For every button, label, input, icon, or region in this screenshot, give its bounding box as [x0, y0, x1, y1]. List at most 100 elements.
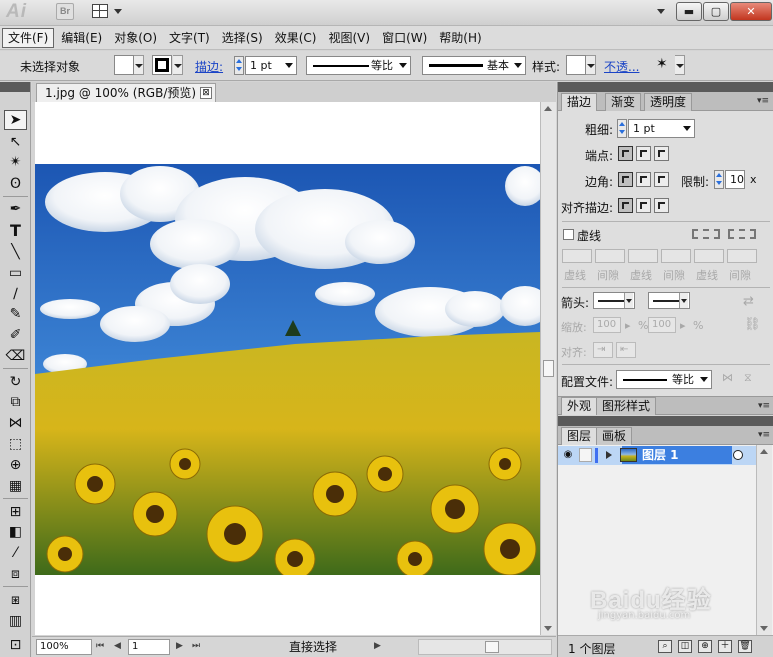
- placed-image-sunflower-field[interactable]: [35, 164, 540, 575]
- symbol-sprayer-tool-icon[interactable]: ⧆: [4, 590, 27, 610]
- new-sublayer-icon[interactable]: ⊕: [698, 640, 712, 653]
- target-circle-icon[interactable]: [733, 450, 743, 460]
- graphic-style-dropdown[interactable]: [586, 55, 596, 75]
- panel-menu-icon[interactable]: ▾≡: [758, 401, 770, 411]
- first-artboard-icon[interactable]: ⏮: [96, 641, 104, 651]
- round-cap-button[interactable]: [636, 146, 651, 161]
- free-transform-tool-icon[interactable]: ⬚: [4, 434, 27, 454]
- menu-object[interactable]: 对象(O): [109, 28, 162, 48]
- type-tool-icon[interactable]: T: [4, 220, 27, 240]
- opacity-link[interactable]: 不透...: [604, 58, 639, 75]
- artboard-canvas[interactable]: [35, 102, 540, 635]
- butt-cap-button[interactable]: [618, 146, 633, 161]
- menu-type[interactable]: 文字(T): [164, 28, 215, 48]
- tab-appearance[interactable]: 外观: [561, 397, 598, 415]
- artboard-tool-icon[interactable]: ⊡: [4, 635, 27, 655]
- align-dash-corners-icon[interactable]: [728, 229, 756, 239]
- panel-menu-icon[interactable]: ▾≡: [758, 430, 770, 440]
- stroke-link[interactable]: 描边:: [195, 58, 223, 75]
- rotate-tool-icon[interactable]: ↻: [4, 372, 27, 392]
- weight-stepper[interactable]: [617, 119, 627, 138]
- profile-select[interactable]: 等比: [616, 370, 712, 389]
- end-arrowhead-select[interactable]: [648, 292, 690, 309]
- scroll-up-icon[interactable]: [544, 106, 552, 111]
- flip-along-icon[interactable]: ⋈: [722, 371, 733, 384]
- arrow-place-button[interactable]: ⇤: [616, 342, 636, 358]
- selection-tool-icon[interactable]: ➤: [4, 110, 27, 130]
- graphic-style-swatch[interactable]: [566, 55, 586, 75]
- round-join-button[interactable]: [636, 172, 651, 187]
- blob-brush-tool-icon[interactable]: ✐: [4, 325, 27, 345]
- limit-field[interactable]: 10: [725, 170, 745, 189]
- menu-view[interactable]: 视图(V): [323, 28, 375, 48]
- control-menu-dropdown[interactable]: [675, 55, 685, 75]
- eyedropper-tool-icon[interactable]: ⁄: [4, 543, 27, 563]
- preserve-dash-icon[interactable]: [692, 229, 720, 239]
- direct-selection-tool-icon[interactable]: ↖: [4, 132, 27, 152]
- scale-tool-icon[interactable]: ⧉: [4, 392, 27, 412]
- perspective-grid-tool-icon[interactable]: ▦: [4, 476, 27, 496]
- menu-edit[interactable]: 编辑(E): [56, 28, 107, 48]
- start-arrowhead-select[interactable]: [593, 292, 635, 309]
- tab-graphic-styles[interactable]: 图形样式: [596, 397, 657, 415]
- scroll-thumb[interactable]: [543, 360, 554, 377]
- workspace-dropdown[interactable]: [657, 9, 665, 14]
- panel-grip[interactable]: [558, 416, 773, 426]
- rectangle-tool-icon[interactable]: ▭: [4, 263, 27, 283]
- scroll-up-icon[interactable]: [760, 449, 768, 454]
- stroke-swatch[interactable]: [152, 55, 172, 75]
- scroll-down-icon[interactable]: [760, 626, 768, 631]
- align-inside-button[interactable]: [636, 198, 651, 213]
- fill-swatch[interactable]: [114, 55, 134, 75]
- align-outside-button[interactable]: [654, 198, 669, 213]
- expand-triangle-icon[interactable]: [606, 451, 612, 459]
- visibility-eye-icon[interactable]: ◉: [561, 449, 575, 461]
- eraser-tool-icon[interactable]: ⌫: [4, 346, 27, 366]
- tab-artboards[interactable]: 画板: [596, 427, 633, 445]
- variable-width-profile[interactable]: 等比: [306, 56, 411, 75]
- mesh-tool-icon[interactable]: ⊞: [4, 502, 27, 522]
- make-clipping-mask-icon[interactable]: ◫: [678, 640, 692, 653]
- weight-field[interactable]: 1 pt: [628, 119, 695, 138]
- stroke-weight-stepper[interactable]: [234, 56, 244, 75]
- new-layer-icon[interactable]: ＋: [718, 640, 732, 653]
- pencil-tool-icon[interactable]: ✎: [4, 304, 27, 324]
- status-tool-name[interactable]: 直接选择: [238, 639, 388, 656]
- start-scale-field[interactable]: 100: [593, 317, 621, 333]
- blend-tool-icon[interactable]: ⧈: [4, 564, 27, 584]
- status-menu-icon[interactable]: ▶: [374, 641, 381, 651]
- recolor-wand-icon[interactable]: ✶: [656, 56, 668, 72]
- scroll-thumb[interactable]: [485, 641, 499, 653]
- lasso-tool-icon[interactable]: ʘ: [4, 174, 27, 194]
- shape-builder-tool-icon[interactable]: ⊕: [4, 455, 27, 475]
- brush-definition[interactable]: 基本: [422, 56, 526, 75]
- panel-grip[interactable]: [558, 82, 773, 92]
- align-center-button[interactable]: [618, 198, 633, 213]
- fill-dropdown[interactable]: [134, 55, 144, 75]
- locate-object-icon[interactable]: ⌕: [658, 640, 672, 653]
- menu-help[interactable]: 帮助(H): [434, 28, 486, 48]
- limit-stepper[interactable]: [714, 170, 724, 189]
- layer-name[interactable]: 图层 1: [622, 446, 732, 464]
- tab-layers[interactable]: 图层: [561, 427, 598, 445]
- layers-scrollbar[interactable]: [756, 445, 772, 635]
- previous-artboard-icon[interactable]: ◀: [114, 641, 121, 651]
- close-tab-icon[interactable]: ⊠: [200, 87, 212, 99]
- next-artboard-icon[interactable]: ▶: [176, 641, 183, 651]
- restore-button[interactable]: ▢: [703, 2, 729, 21]
- menu-file[interactable]: 文件(F): [2, 27, 55, 48]
- projecting-cap-button[interactable]: [654, 146, 669, 161]
- arrange-documents-button[interactable]: [92, 3, 126, 21]
- document-tab[interactable]: 1.jpg @ 100% (RGB/预览) ⊠: [36, 83, 216, 102]
- layer-row[interactable]: ◉ 图层 1: [558, 446, 771, 465]
- stroke-weight-field[interactable]: 1 pt: [245, 56, 297, 75]
- menu-effect[interactable]: 效果(C): [270, 28, 322, 48]
- menu-window[interactable]: 窗口(W): [377, 28, 432, 48]
- scroll-down-icon[interactable]: [544, 626, 552, 631]
- magic-wand-tool-icon[interactable]: ✴: [4, 152, 27, 172]
- menu-select[interactable]: 选择(S): [217, 28, 268, 48]
- canvas-horizontal-scrollbar[interactable]: [418, 639, 552, 655]
- canvas-vertical-scrollbar[interactable]: [540, 102, 556, 635]
- scale-stepper-icon[interactable]: ▸: [680, 319, 686, 332]
- delete-layer-icon[interactable]: 🗑: [738, 640, 752, 653]
